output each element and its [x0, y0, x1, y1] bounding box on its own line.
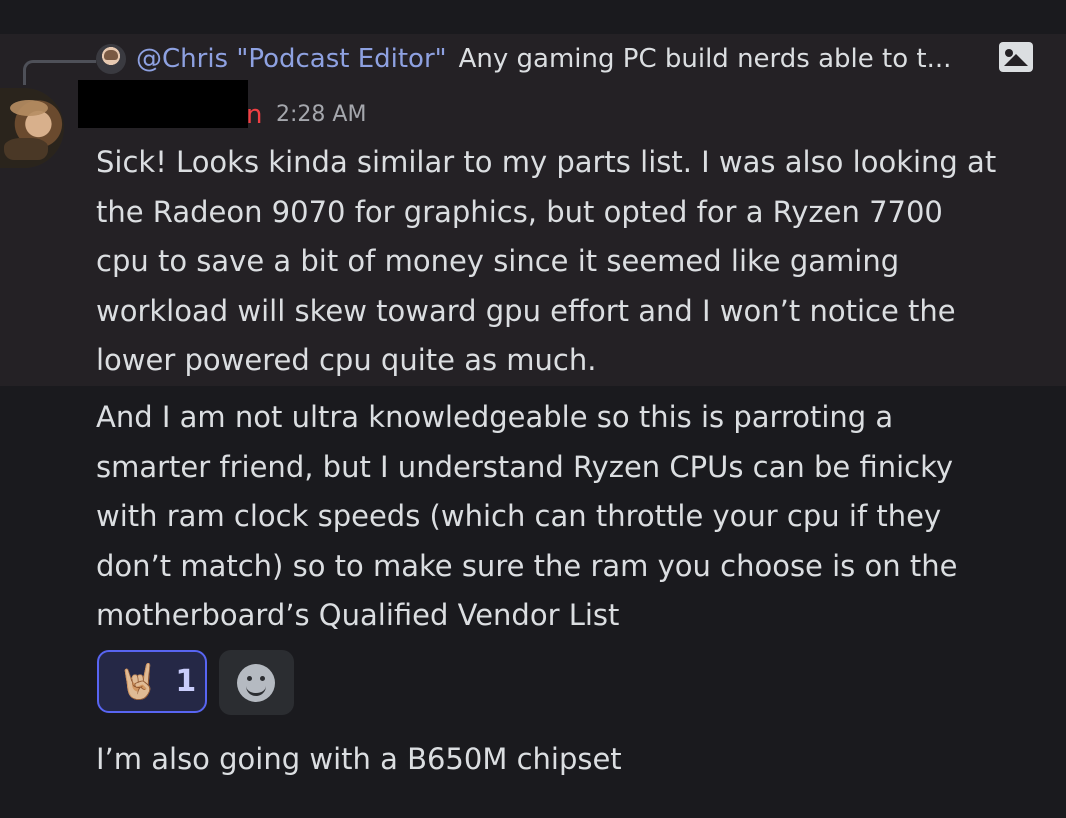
- reaction-count: 1: [175, 664, 197, 699]
- rock-on-emoji-icon: 🤘🏼: [117, 661, 160, 702]
- add-reaction-button[interactable]: [219, 650, 294, 715]
- reply-snippet[interactable]: Any gaming PC build nerds able to t...: [459, 44, 952, 74]
- reply-mention[interactable]: @Chris "Podcast Editor": [136, 44, 447, 74]
- message-text: I’m also going with a B650M chipset: [96, 742, 622, 776]
- username[interactable]: n: [246, 100, 262, 130]
- image-icon: [999, 42, 1033, 72]
- reply-preview[interactable]: @Chris "Podcast Editor" Any gaming PC bu…: [96, 40, 1056, 78]
- username-redaction: [78, 80, 248, 128]
- message-text: And I am not ultra knowledgeable so this…: [96, 400, 958, 632]
- message-text: Sick! Looks kinda similar to my parts li…: [96, 145, 997, 377]
- reaction-button[interactable]: 🤘🏼 1: [97, 650, 207, 713]
- smile-icon: [237, 664, 275, 702]
- top-strip: [0, 0, 1066, 34]
- timestamp[interactable]: 2:28 AM: [276, 101, 366, 129]
- reply-avatar[interactable]: [96, 44, 126, 74]
